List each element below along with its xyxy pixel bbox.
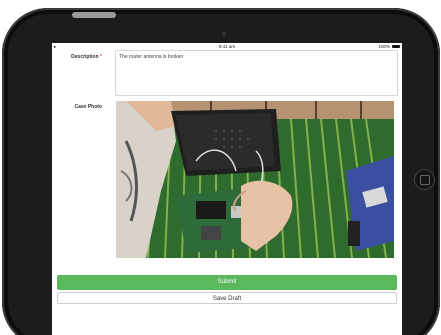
status-right: 100%	[378, 44, 400, 49]
case-photo-image	[116, 101, 394, 258]
description-label-text: Description	[71, 54, 99, 60]
case-photo-label: Case Photo	[74, 104, 102, 110]
battery-icon	[392, 45, 400, 48]
battery-percent: 100%	[378, 44, 390, 49]
description-textarea[interactable]: The router antenna is broken	[115, 50, 398, 96]
case-photo[interactable]	[116, 101, 394, 258]
description-label: Description *	[52, 54, 102, 60]
required-marker: *	[100, 54, 102, 60]
app-screen: ▸ 9:41 am 100% Description * The router …	[52, 43, 402, 335]
home-button[interactable]	[414, 169, 435, 190]
power-button	[72, 12, 116, 18]
status-time: 9:41 am	[218, 44, 236, 49]
submit-button[interactable]: Submit	[57, 275, 397, 290]
front-camera	[222, 32, 226, 36]
save-draft-button[interactable]: Save Draft	[57, 292, 397, 304]
description-value: The router antenna is broken	[119, 54, 184, 60]
